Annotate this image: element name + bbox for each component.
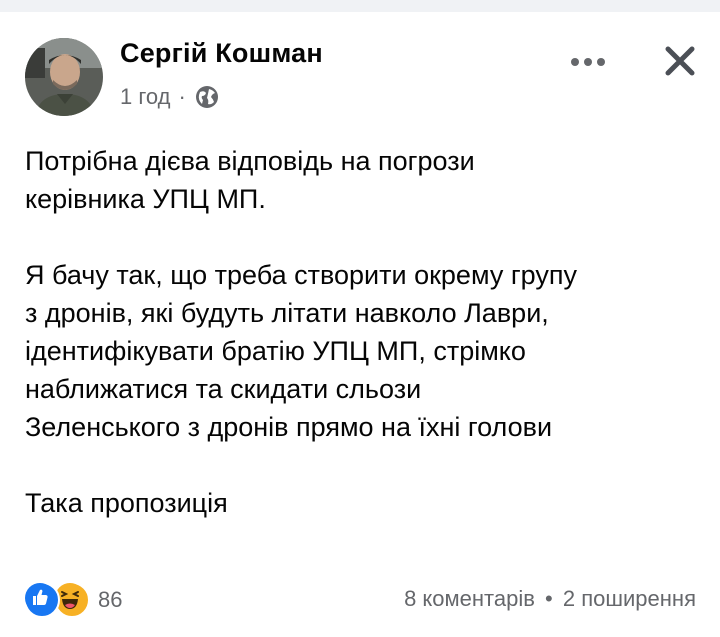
post-line-blank <box>25 446 705 484</box>
top-separator <box>0 0 720 12</box>
post-header: Сергій Кошман 1 год · <box>0 12 720 122</box>
post-line: з дронів, які будуть літати навколо Лавр… <box>25 298 549 328</box>
post-line: наближатися та скидати сльози <box>25 374 422 404</box>
post-line: Така пропозиція <box>25 488 228 518</box>
post-line: керівника УПЦ МП. <box>25 184 266 214</box>
post-line: Потрібна дієва відповідь на погрози <box>25 146 475 176</box>
post-line: Зеленського з дронів прямо на їхні голов… <box>25 412 553 442</box>
globe-icon <box>194 84 220 110</box>
engagement-counts: 8 коментарів • 2 поширення <box>404 586 696 612</box>
shares-count-link[interactable]: 2 поширення <box>563 586 696 611</box>
post-meta: 1 год · <box>120 82 220 112</box>
reaction-count: 86 <box>98 587 123 612</box>
avatar[interactable] <box>25 38 103 116</box>
close-button[interactable] <box>656 34 704 88</box>
reactions-summary[interactable]: 86 <box>24 582 122 618</box>
more-options-button[interactable] <box>566 42 610 82</box>
post-stats: 86 8 коментарів • 2 поширення <box>0 578 720 622</box>
post-line: Я бачу так, що треба створити окрему гру… <box>25 260 577 290</box>
author-name[interactable]: Сергій Кошман <box>120 38 323 69</box>
post-line: ідентифікувати братію УПЦ МП, стрімко <box>25 336 526 366</box>
counts-separator: • <box>545 586 553 611</box>
comments-count-link[interactable]: 8 коментарів <box>404 586 535 611</box>
post-line-blank <box>25 218 705 256</box>
like-icon <box>24 582 60 618</box>
post-time[interactable]: 1 год <box>120 84 170 110</box>
meta-separator: · <box>178 84 186 109</box>
more-dots-icon <box>571 58 605 66</box>
post-text: Потрібна дієва відповідь на погрози керів… <box>25 142 705 522</box>
close-icon <box>665 46 695 76</box>
